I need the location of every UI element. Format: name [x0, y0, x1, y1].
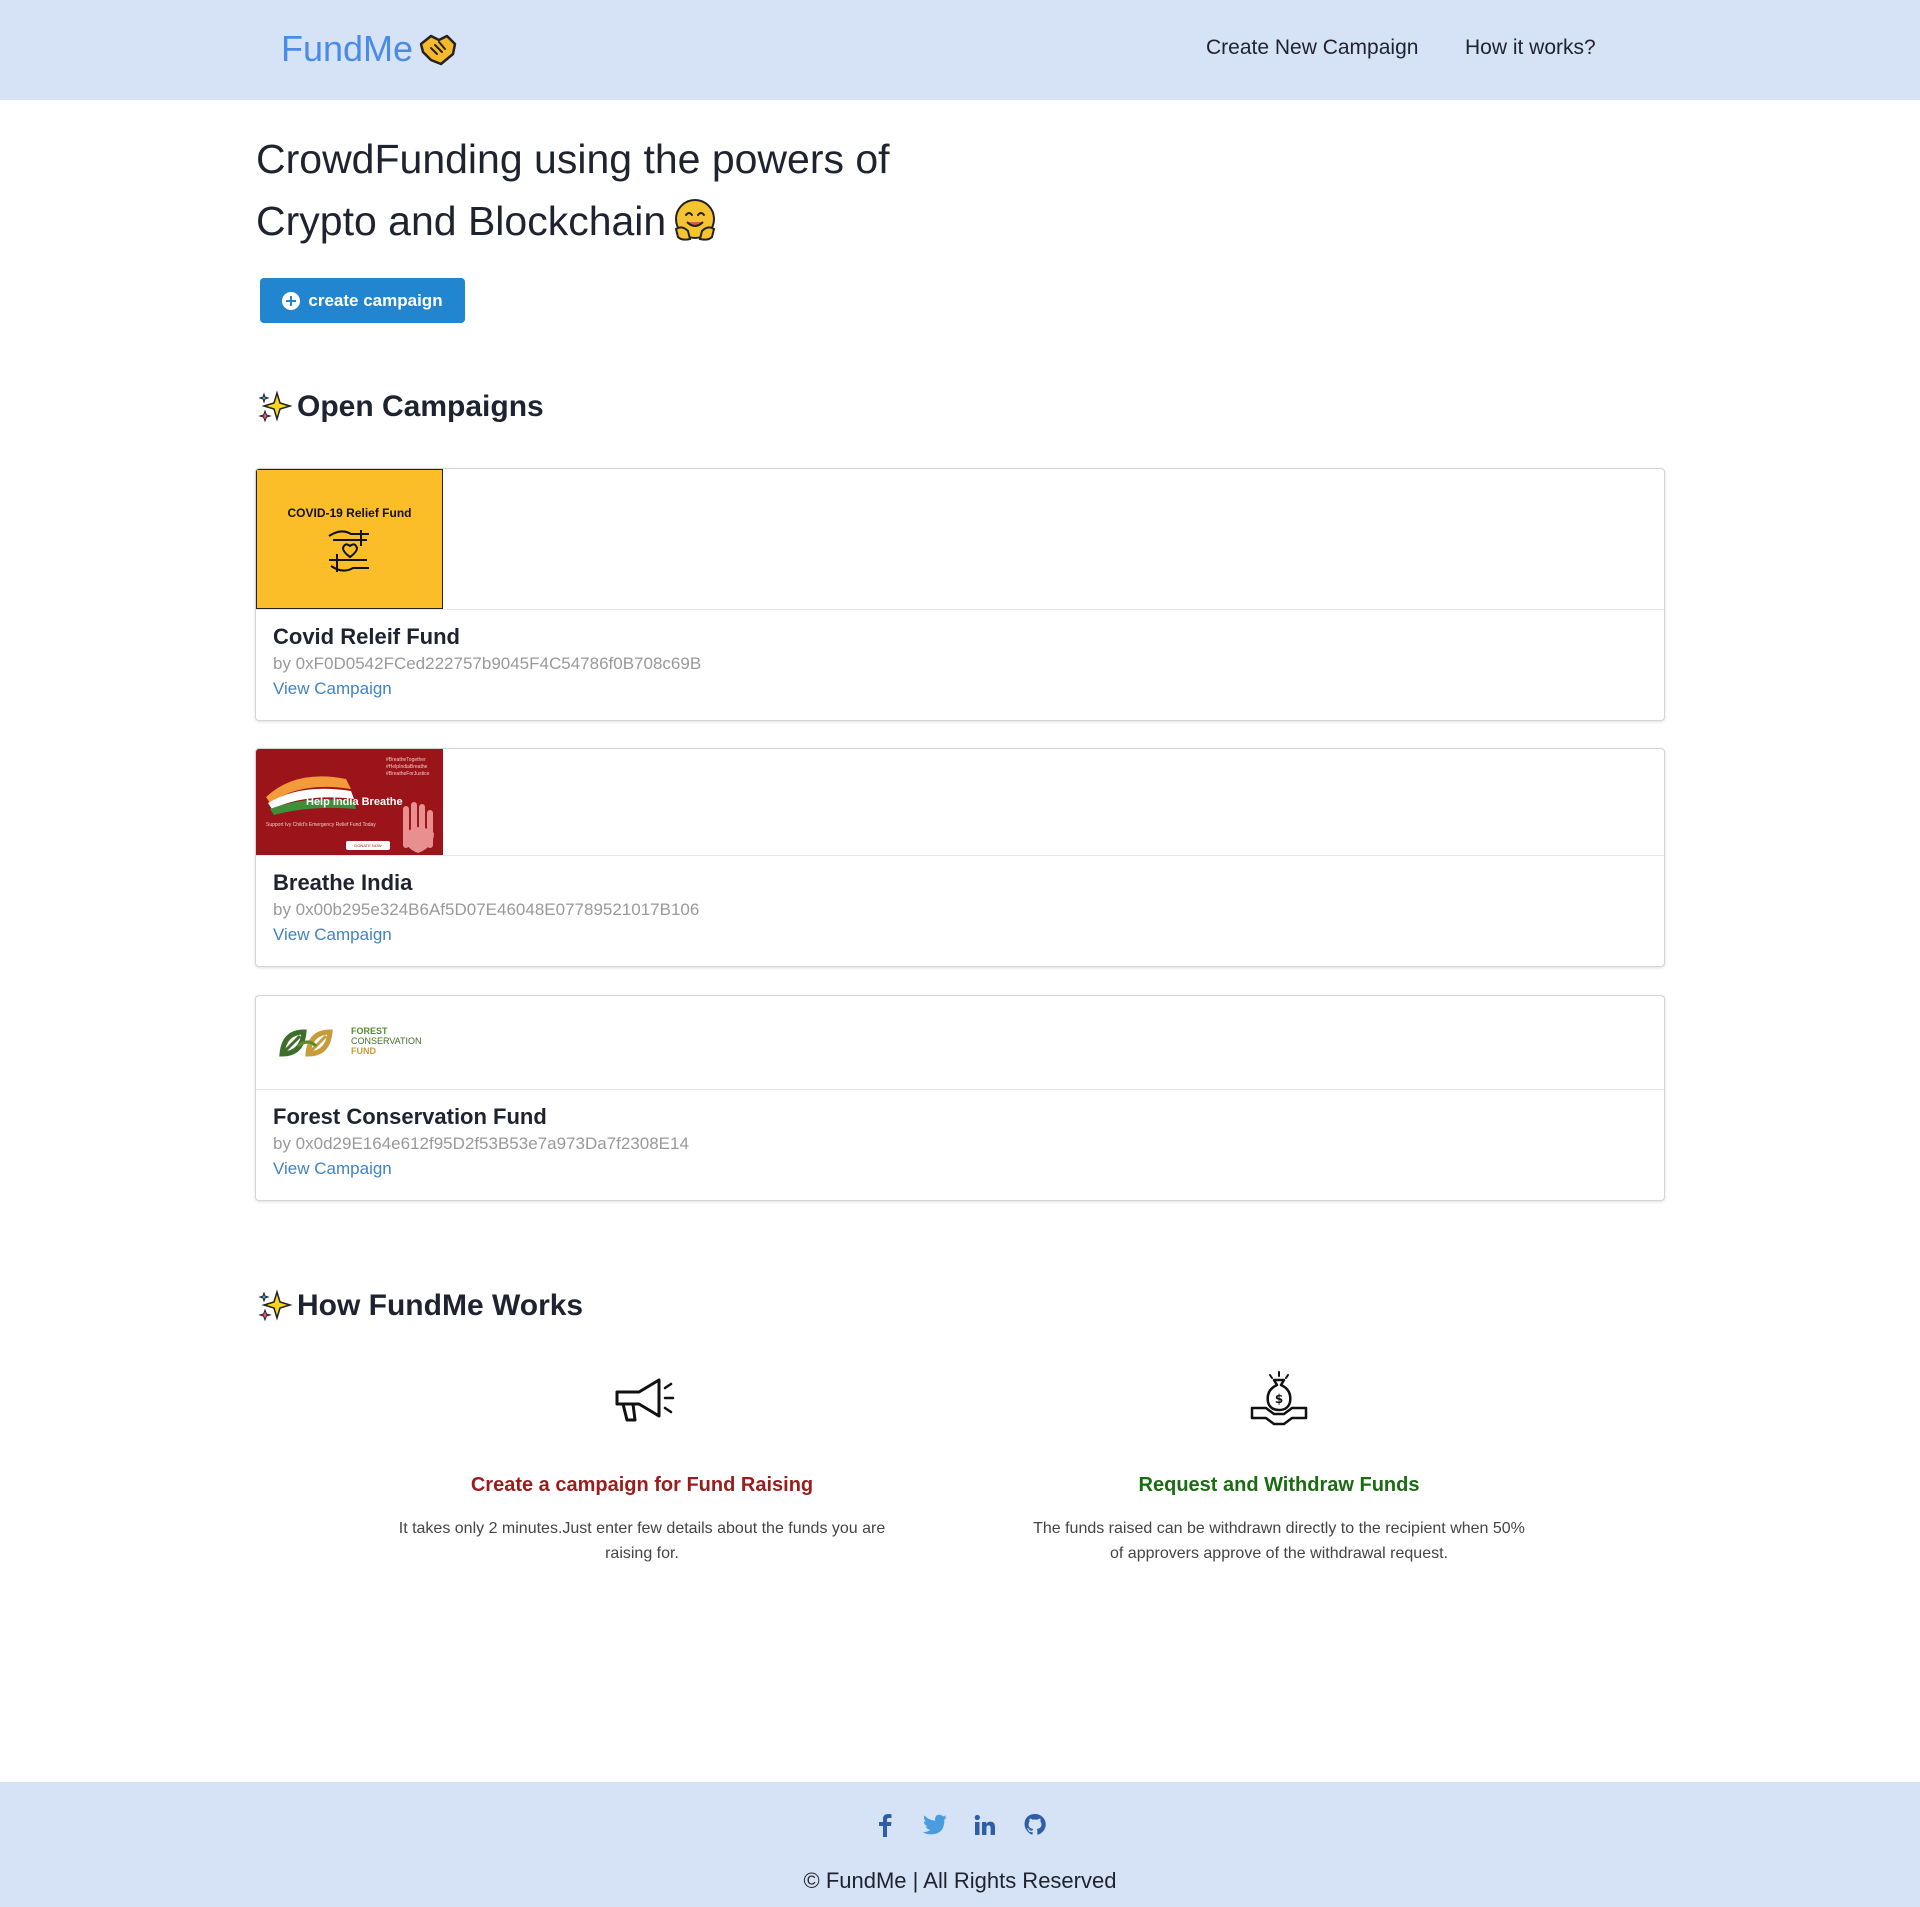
forest-image-line3: FUND — [351, 1046, 376, 1056]
how-step-create: Create a campaign for Fund Raising It ta… — [382, 1370, 902, 1566]
github-icon[interactable] — [1022, 1812, 1048, 1838]
breathe-image-tags: #BreatheTogether #HelpIndiaBreathe #Brea… — [386, 757, 430, 777]
how-step-title: Create a campaign for Fund Raising — [470, 1474, 814, 1496]
nav-create-campaign[interactable]: Create New Campaign — [1206, 36, 1418, 60]
leaf-logo-icon — [279, 1029, 333, 1057]
create-campaign-label: create campaign — [308, 290, 443, 310]
forest-image-line2: CONSERVATION — [351, 1036, 422, 1046]
site-header: FundMe Create New Campaign How it works? — [0, 0, 1920, 100]
open-campaigns-heading-text: Open Campaigns — [297, 390, 544, 423]
campaign-title: Breathe India — [273, 870, 413, 895]
helping-hands-icon — [328, 530, 369, 572]
forest-image-text: FOREST CONSERVATION FUND — [351, 1026, 422, 1056]
hero-title-line2: Crypto and Blockchain — [256, 198, 667, 244]
campaign-owner: by 0xF0D0542FCed222757b9045F4C54786f0B70… — [273, 654, 702, 673]
site-footer: © FundMe | All Rights Reserved — [0, 1782, 1920, 1907]
covid-image-text: COVID-19 Relief Fund — [287, 506, 412, 520]
campaign-image-forest: FOREST CONSERVATION FUND — [256, 996, 443, 1088]
svg-text:$: $ — [1275, 1392, 1283, 1406]
brand-name: FundMe — [281, 28, 414, 69]
how-it-works-heading: How FundMe Works — [257, 1288, 583, 1324]
breathe-image-donate: DONATE NOW — [346, 841, 390, 850]
campaign-image-covid: COVID-19 Relief Fund — [256, 469, 443, 609]
campaign-image-container: COVID-19 Relief Fund — [256, 469, 1664, 610]
open-campaigns-heading: Open Campaigns — [257, 389, 544, 425]
how-step-title: Request and Withdraw Funds — [1138, 1474, 1420, 1496]
breathe-image-subtext: Support Ivy Child's Emergency Relief Fun… — [266, 822, 376, 828]
forest-image-line1: FOREST — [351, 1026, 388, 1036]
how-it-works-heading-text: How FundMe Works — [297, 1289, 584, 1322]
campaign-image-breathe: #BreatheTogether #HelpIndiaBreathe #Brea… — [256, 749, 443, 855]
campaign-title: Forest Conservation Fund — [273, 1104, 547, 1129]
sparkles-icon — [258, 1289, 293, 1322]
breathe-image-text: Help India Breathe — [306, 796, 403, 808]
facebook-icon[interactable] — [872, 1812, 898, 1838]
view-campaign-link[interactable]: View Campaign — [273, 1156, 392, 1182]
social-links — [0, 1812, 1920, 1838]
sparkles-icon — [258, 390, 293, 423]
copyright-text: © FundMe | All Rights Reserved — [803, 1868, 1117, 1893]
campaign-card-body: Covid Releif Fund by 0xF0D0542FCed222757… — [256, 610, 1664, 720]
hero-title-line1: CrowdFunding using the powers of — [256, 136, 890, 182]
money-bag-icon: $ — [1250, 1371, 1308, 1426]
twitter-icon[interactable] — [922, 1812, 948, 1838]
how-step-description: It takes only 2 minutes.Just enter few d… — [398, 1520, 886, 1562]
brand-logo-link[interactable]: FundMe — [281, 28, 459, 70]
campaign-card: FOREST CONSERVATION FUND Forest Conserva… — [255, 995, 1665, 1201]
plus-circle-icon — [282, 291, 301, 310]
how-step-withdraw: $ Request and Withdraw Funds The funds r… — [1019, 1370, 1539, 1566]
campaign-owner: by 0x0d29E164e612f95D2f53B53e7a973Da7f23… — [273, 1134, 689, 1153]
campaign-image-container: #BreatheTogether #HelpIndiaBreathe #Brea… — [256, 749, 1664, 856]
campaign-card: #BreatheTogether #HelpIndiaBreathe #Brea… — [255, 748, 1665, 967]
campaign-owner: by 0x00b295e324B6Af5D07E46048E0778952101… — [273, 900, 700, 919]
megaphone-icon — [615, 1378, 675, 1422]
campaign-card-body: Forest Conservation Fund by 0x0d29E164e6… — [256, 1090, 1664, 1200]
nav-how-it-works[interactable]: How it works? — [1465, 36, 1596, 60]
create-campaign-button[interactable]: create campaign — [260, 278, 465, 323]
how-step-description: The funds raised can be withdrawn direct… — [1033, 1520, 1525, 1562]
campaign-title: Covid Releif Fund — [273, 624, 460, 649]
handshake-icon — [419, 34, 457, 66]
linkedin-icon[interactable] — [972, 1812, 998, 1838]
view-campaign-link[interactable]: View Campaign — [273, 922, 392, 948]
view-campaign-link[interactable]: View Campaign — [273, 676, 392, 702]
campaign-card: COVID-19 Relief Fund Covid Releif Fund b… — [255, 468, 1665, 721]
hero-title: CrowdFunding using the powers of Crypto … — [256, 128, 1076, 252]
campaign-card-body: Breathe India by 0x00b295e324B6Af5D07E46… — [256, 856, 1664, 966]
campaign-image-container: FOREST CONSERVATION FUND — [256, 996, 1664, 1090]
hugging-face-icon — [675, 199, 716, 241]
